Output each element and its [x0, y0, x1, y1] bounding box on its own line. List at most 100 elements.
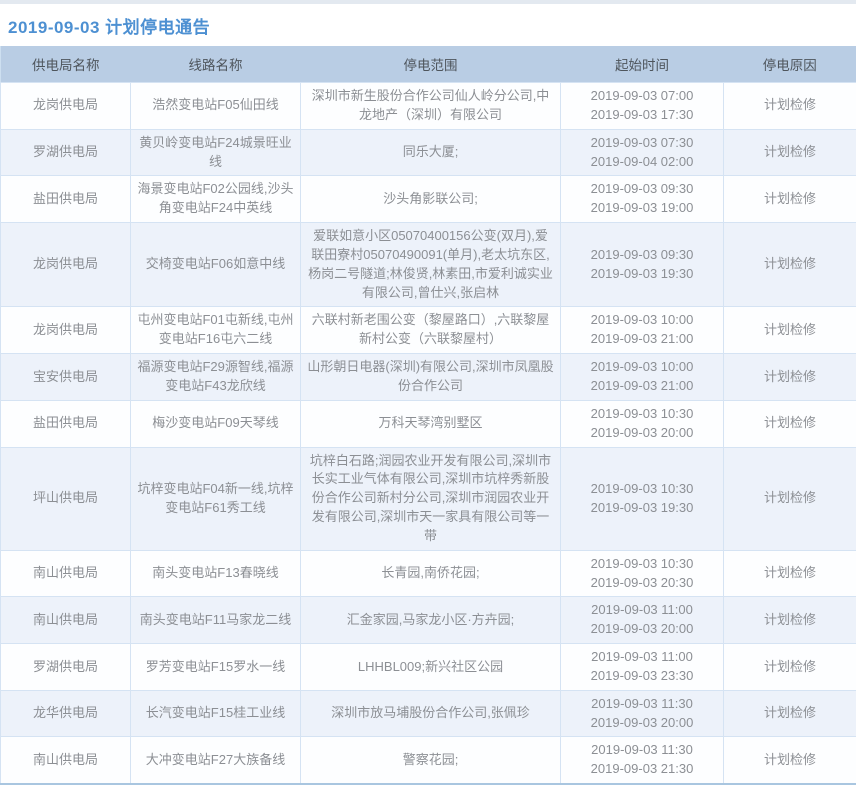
reason-cell: 计划检修: [724, 83, 856, 130]
table-row: 盐田供电局梅沙变电站F09天琴线万科天琴湾别墅区2019-09-03 10:30…: [1, 400, 856, 447]
line-cell: 坑梓变电站F04新一线,坑梓变电站F61秀工线: [131, 447, 301, 550]
start-time: 2019-09-03 07:30: [563, 134, 721, 153]
bureau-cell: 罗湖供电局: [1, 644, 131, 691]
page-title: 2019-09-03 计划停电通告: [0, 4, 856, 46]
table-body: 龙岗供电局 浩然变电站F05仙田线深圳市新生股份合作公司仙人岭分公司,中龙地产（深…: [1, 83, 856, 785]
bureau-cell: 南山供电局: [1, 597, 131, 644]
time-cell: 2019-09-03 11:302019-09-03 20:00: [561, 690, 724, 737]
line-cell: 福源变电站F29源智线,福源变电站F43龙欣线: [131, 354, 301, 401]
bureau-cell: 龙岗供电局: [1, 307, 131, 354]
end-time: 2019-09-03 19:30: [563, 265, 721, 284]
reason-cell: 计划检修: [724, 129, 856, 176]
bureau-cell: 坪山供电局: [1, 447, 131, 550]
start-time: 2019-09-03 10:30: [563, 405, 721, 424]
bureau-cell: 龙华供电局: [1, 690, 131, 737]
reason-cell: 计划检修: [724, 354, 856, 401]
table-row: 盐田供电局海景变电站F02公园线,沙头角变电站F24中英线沙头角影联公司;201…: [1, 176, 856, 223]
scope-cell: LHHBL009;新兴社区公园: [301, 644, 561, 691]
end-time: 2019-09-03 21:00: [563, 330, 721, 349]
line-cell: 浩然变电站F05仙田线: [131, 83, 301, 130]
table-row: 罗湖供电局罗芳变电站F15罗水一线LHHBL009;新兴社区公园2019-09-…: [1, 644, 856, 691]
reason-cell: 计划检修: [724, 550, 856, 597]
table-row: 坪山供电局坑梓变电站F04新一线,坑梓变电站F61秀工线坑梓白石路;润园农业开发…: [1, 447, 856, 550]
table-row: 南山供电局南头变电站F13春晓线长青园,南侨花园;2019-09-03 10:3…: [1, 550, 856, 597]
table-row: 龙华供电局长汽变电站F15桂工业线深圳市放马埔股份合作公司,张佩珍2019-09…: [1, 690, 856, 737]
reason-cell: 计划检修: [724, 400, 856, 447]
line-cell: 大冲变电站F27大族备线: [131, 737, 301, 784]
table-header-row: 供电局名称 线路名称 停电范围 起始时间 停电原因: [1, 46, 856, 83]
scope-cell: 深圳市放马埔股份合作公司,张佩珍: [301, 690, 561, 737]
start-time: 2019-09-03 11:30: [563, 741, 721, 760]
start-time: 2019-09-03 10:00: [563, 358, 721, 377]
scope-cell: 警察花园;: [301, 737, 561, 784]
bureau-cell: 盐田供电局: [1, 176, 131, 223]
time-cell: 2019-09-03 11:302019-09-03 21:30: [561, 737, 724, 784]
line-cell: 罗芳变电站F15罗水一线: [131, 644, 301, 691]
reason-cell: 计划检修: [724, 690, 856, 737]
time-cell: 2019-09-03 09:302019-09-03 19:00: [561, 176, 724, 223]
bureau-cell: 南山供电局: [1, 550, 131, 597]
reason-cell: 计划检修: [724, 644, 856, 691]
scope-cell: 沙头角影联公司;: [301, 176, 561, 223]
time-cell: 2019-09-03 10:302019-09-03 19:30: [561, 447, 724, 550]
line-cell: 长汽变电站F15桂工业线: [131, 690, 301, 737]
bureau-cell: 罗湖供电局: [1, 129, 131, 176]
time-cell: 2019-09-03 07:302019-09-04 02:00: [561, 129, 724, 176]
table-row: 龙岗供电局浩然变电站F05仙田线深圳市新生股份合作公司仙人岭分公司,中龙地产（深…: [1, 83, 856, 130]
end-time: 2019-09-03 21:00: [563, 377, 721, 396]
end-time: 2019-09-03 21:30: [563, 760, 721, 779]
reason-cell: 计划检修: [724, 223, 856, 307]
time-cell: 2019-09-03 10:002019-09-03 21:00: [561, 354, 724, 401]
end-time: 2019-09-03 20:00: [563, 714, 721, 733]
end-time: 2019-09-03 17:30: [563, 106, 721, 125]
line-cell: 屯州变电站F01屯新线,屯州变电站F16屯六二线: [131, 307, 301, 354]
start-time: 2019-09-03 10:30: [563, 480, 721, 499]
end-time: 2019-09-03 23:30: [563, 667, 721, 686]
start-time: 2019-09-03 10:30: [563, 555, 721, 574]
line-cell: 交椅变电站F06如意中线: [131, 223, 301, 307]
table-row: 南山供电局南头变电站F11马家龙二线汇金家园,马家龙小区·方卉园;2019-09…: [1, 597, 856, 644]
reason-cell: 计划检修: [724, 597, 856, 644]
header-time: 起始时间: [561, 46, 724, 83]
scope-cell: 深圳市新生股份合作公司仙人岭分公司,中龙地产（深圳）有限公司: [301, 83, 561, 130]
bureau-cell: 盐田供电局: [1, 400, 131, 447]
time-cell: 2019-09-03 07:002019-09-03 17:30: [561, 83, 724, 130]
scope-cell: 六联村新老围公变（黎屋路口）,六联黎屋新村公变（六联黎屋村）: [301, 307, 561, 354]
reason-cell: 计划检修: [724, 307, 856, 354]
header-reason: 停电原因: [724, 46, 856, 83]
scope-cell: 汇金家园,马家龙小区·方卉园;: [301, 597, 561, 644]
start-time: 2019-09-03 11:30: [563, 695, 721, 714]
reason-cell: 计划检修: [724, 737, 856, 784]
header-bureau: 供电局名称: [1, 46, 131, 83]
table-row: 罗湖供电局黄贝岭变电站F24城景旺业线同乐大厦;2019-09-03 07:30…: [1, 129, 856, 176]
start-time: 2019-09-03 11:00: [563, 648, 721, 667]
time-cell: 2019-09-03 10:002019-09-03 21:00: [561, 307, 724, 354]
line-cell: 黄贝岭变电站F24城景旺业线: [131, 129, 301, 176]
scope-cell: 长青园,南侨花园;: [301, 550, 561, 597]
table-row: 龙岗供电局交椅变电站F06如意中线爱联如意小区05070400156公变(双月)…: [1, 223, 856, 307]
header-scope: 停电范围: [301, 46, 561, 83]
line-cell: 海景变电站F02公园线,沙头角变电站F24中英线: [131, 176, 301, 223]
bureau-cell: 龙岗供电局: [1, 223, 131, 307]
time-cell: 2019-09-03 10:302019-09-03 20:30: [561, 550, 724, 597]
time-cell: 2019-09-03 09:302019-09-03 19:30: [561, 223, 724, 307]
table-row: 龙岗供电局屯州变电站F01屯新线,屯州变电站F16屯六二线六联村新老围公变（黎屋…: [1, 307, 856, 354]
end-time: 2019-09-04 02:00: [563, 153, 721, 172]
bureau-cell: 南山供电局: [1, 737, 131, 784]
end-time: 2019-09-03 20:00: [563, 620, 721, 639]
header-line: 线路名称: [131, 46, 301, 83]
line-cell: 梅沙变电站F09天琴线: [131, 400, 301, 447]
end-time: 2019-09-03 19:00: [563, 199, 721, 218]
scope-cell: 同乐大厦;: [301, 129, 561, 176]
outage-table: 供电局名称 线路名称 停电范围 起始时间 停电原因 龙岗供电局 浩然变电站F05仙…: [0, 46, 856, 785]
scope-cell: 爱联如意小区05070400156公变(双月),爱联田寮村05070490091…: [301, 223, 561, 307]
start-time: 2019-09-03 07:00: [563, 87, 721, 106]
end-time: 2019-09-03 20:30: [563, 574, 721, 593]
reason-cell: 计划检修: [724, 447, 856, 550]
start-time: 2019-09-03 09:30: [563, 180, 721, 199]
table-row: 宝安供电局福源变电站F29源智线,福源变电站F43龙欣线山形朝日电器(深圳)有限…: [1, 354, 856, 401]
start-time: 2019-09-03 11:00: [563, 601, 721, 620]
line-cell: 南头变电站F13春晓线: [131, 550, 301, 597]
time-cell: 2019-09-03 11:002019-09-03 20:00: [561, 597, 724, 644]
time-cell: 2019-09-03 10:302019-09-03 20:00: [561, 400, 724, 447]
